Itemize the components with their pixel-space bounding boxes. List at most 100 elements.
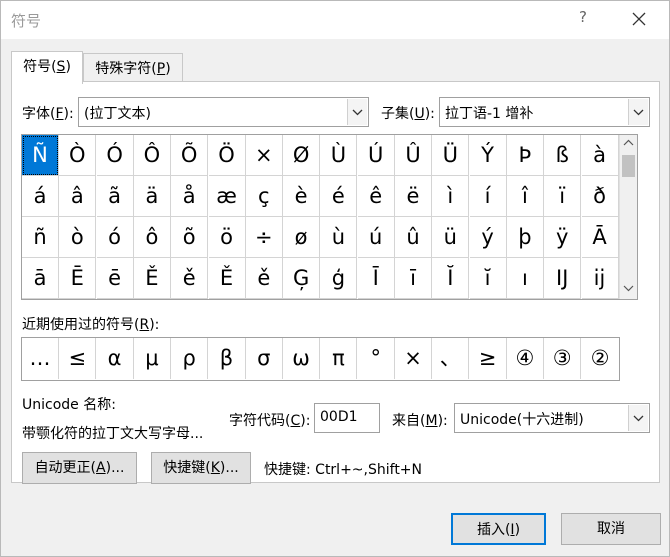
symbol-cell[interactable]: ē	[96, 258, 134, 299]
recent-symbol-cell[interactable]: α	[97, 338, 134, 379]
recent-symbol-cell[interactable]: π	[320, 338, 358, 379]
symbol-cell[interactable]: Ü	[432, 135, 470, 176]
symbol-cell[interactable]: Ý	[469, 135, 507, 176]
symbol-cell[interactable]: Ģ	[283, 258, 321, 299]
recent-symbol-cell[interactable]: ≥	[470, 338, 507, 379]
symbol-cell[interactable]: ĭ	[469, 258, 507, 299]
symbol-cell[interactable]: ÿ	[544, 217, 582, 258]
symbol-cell[interactable]: Ĭ	[432, 258, 470, 299]
symbol-cell[interactable]: Ē	[59, 258, 97, 299]
insert-button[interactable]: 插入(I)	[451, 513, 546, 545]
symbol-cell[interactable]: ð	[581, 176, 619, 217]
symbol-cell[interactable]: ô	[133, 217, 171, 258]
recent-symbol-cell[interactable]: ④	[507, 338, 544, 379]
symbol-cell[interactable]: Û	[395, 135, 432, 176]
symbol-cell[interactable]: ý	[469, 217, 507, 258]
grid-scrollbar[interactable]	[619, 135, 637, 299]
symbol-cell[interactable]: Ô	[133, 135, 171, 176]
symbol-cell[interactable]: ī	[395, 258, 432, 299]
recent-symbol-cell[interactable]: 、	[432, 338, 470, 379]
help-button[interactable]: ?	[573, 8, 593, 26]
chevron-down-icon[interactable]	[347, 99, 367, 125]
symbol-cell[interactable]: þ	[506, 217, 544, 258]
symbol-cell[interactable]: Ě	[133, 258, 171, 299]
symbol-cell[interactable]: î	[506, 176, 544, 217]
recent-symbol-cell[interactable]: ≤	[59, 338, 97, 379]
symbol-cell[interactable]: ó	[96, 217, 134, 258]
symbol-cell[interactable]: í	[469, 176, 507, 217]
symbol-cell[interactable]: å	[171, 176, 209, 217]
symbol-cell[interactable]: ë	[395, 176, 432, 217]
from-dropdown[interactable]: Unicode(十六进制)	[454, 403, 650, 433]
recent-symbol-cell[interactable]: ②	[582, 338, 619, 379]
recent-symbol-cell[interactable]: ③	[544, 338, 582, 379]
symbol-cell[interactable]: ı	[506, 258, 544, 299]
symbol-cell[interactable]: ã	[96, 176, 134, 217]
chevron-down-icon[interactable]	[628, 99, 648, 125]
subset-dropdown[interactable]: 拉丁语-1 增补	[439, 97, 650, 127]
symbol-cell[interactable]: û	[395, 217, 432, 258]
symbol-cell[interactable]: è	[283, 176, 321, 217]
symbol-cell[interactable]: â	[59, 176, 97, 217]
recent-symbols[interactable]: … ≤ α μ ρ β σ ω π ° ×、 ≥ ④ ③ ②	[21, 337, 620, 381]
recent-symbol-cell[interactable]: ω	[283, 338, 321, 379]
symbol-cell[interactable]: Þ	[506, 135, 544, 176]
recent-symbol-cell[interactable]: σ	[246, 338, 283, 379]
symbol-cell[interactable]: à	[581, 135, 619, 176]
recent-symbol-cell[interactable]: ×	[395, 338, 432, 379]
symbol-cell[interactable]: Ú	[357, 135, 395, 176]
symbol-cell[interactable]: Ĳ	[544, 258, 582, 299]
symbol-cell[interactable]: ü	[432, 217, 470, 258]
recent-symbol-cell[interactable]: ρ	[171, 338, 209, 379]
shortcut-key-button[interactable]: 快捷键(K)...	[151, 452, 251, 484]
symbol-cell[interactable]: é	[320, 176, 358, 217]
symbol-cell[interactable]: Ø	[283, 135, 321, 176]
symbol-cell[interactable]: ì	[432, 176, 470, 217]
symbol-cell[interactable]: ÷	[245, 217, 283, 258]
symbol-cell[interactable]: ú	[357, 217, 395, 258]
symbol-cell[interactable]: ï	[544, 176, 582, 217]
symbol-cell[interactable]: æ	[208, 176, 246, 217]
symbol-cell[interactable]: Ī	[357, 258, 395, 299]
symbol-cell[interactable]: ø	[283, 217, 321, 258]
symbol-cell[interactable]: ĳ	[581, 258, 619, 299]
symbol-cell[interactable]: Õ	[171, 135, 209, 176]
recent-symbol-cell[interactable]: …	[22, 338, 59, 379]
symbol-cell[interactable]: Ù	[320, 135, 358, 176]
scroll-down-icon[interactable]	[620, 281, 637, 297]
symbol-cell[interactable]: ě	[171, 258, 209, 299]
symbol-cell[interactable]: ×	[245, 135, 283, 176]
tab-symbols[interactable]: 符号(S)	[11, 51, 83, 84]
symbol-cell[interactable]: ñ	[22, 217, 59, 258]
symbol-cell[interactable]: ö	[208, 217, 246, 258]
tab-special-characters[interactable]: 特殊字符(P)	[83, 53, 183, 83]
autocorrect-button[interactable]: 自动更正(A)...	[22, 452, 137, 484]
chevron-down-icon[interactable]	[628, 405, 648, 431]
close-icon[interactable]	[627, 7, 651, 31]
symbol-cell[interactable]: õ	[171, 217, 209, 258]
symbol-cell[interactable]: ß	[544, 135, 582, 176]
symbol-cell[interactable]: á	[22, 176, 59, 217]
scroll-up-icon[interactable]	[620, 135, 637, 151]
symbol-cell[interactable]: ě	[245, 258, 283, 299]
recent-symbol-cell[interactable]: °	[358, 338, 395, 379]
char-code-field[interactable]: 00D1	[314, 403, 380, 433]
symbol-cell[interactable]: Ñ	[22, 135, 59, 176]
symbol-cell[interactable]: ģ	[320, 258, 358, 299]
symbol-cell[interactable]: ò	[59, 217, 97, 258]
symbol-cell[interactable]: ê	[357, 176, 395, 217]
symbol-cell[interactable]: ā	[22, 258, 59, 299]
recent-symbol-cell[interactable]: β	[209, 338, 246, 379]
symbol-cell[interactable]: ç	[245, 176, 283, 217]
symbol-cell[interactable]: ä	[133, 176, 171, 217]
recent-symbol-cell[interactable]: μ	[134, 338, 171, 379]
symbol-cell[interactable]: Ö	[208, 135, 246, 176]
symbol-cell[interactable]: Ě	[208, 258, 246, 299]
cancel-button[interactable]: 取消	[561, 513, 661, 545]
symbol-grid[interactable]: Ñ Ò Ó Ô Õ Ö × Ø Ù Ú Û Ü Ý Þß à á â ã ä å æ ç è é ê ë ì í î ï ð ñ ò ó ô õ ö ÷ ø…	[21, 134, 638, 300]
symbol-cell[interactable]: Ò	[59, 135, 97, 176]
symbol-cell[interactable]: ù	[320, 217, 358, 258]
scroll-thumb[interactable]	[622, 155, 635, 177]
font-dropdown[interactable]: (拉丁文本)	[78, 97, 369, 127]
symbol-cell[interactable]: Ó	[96, 135, 134, 176]
